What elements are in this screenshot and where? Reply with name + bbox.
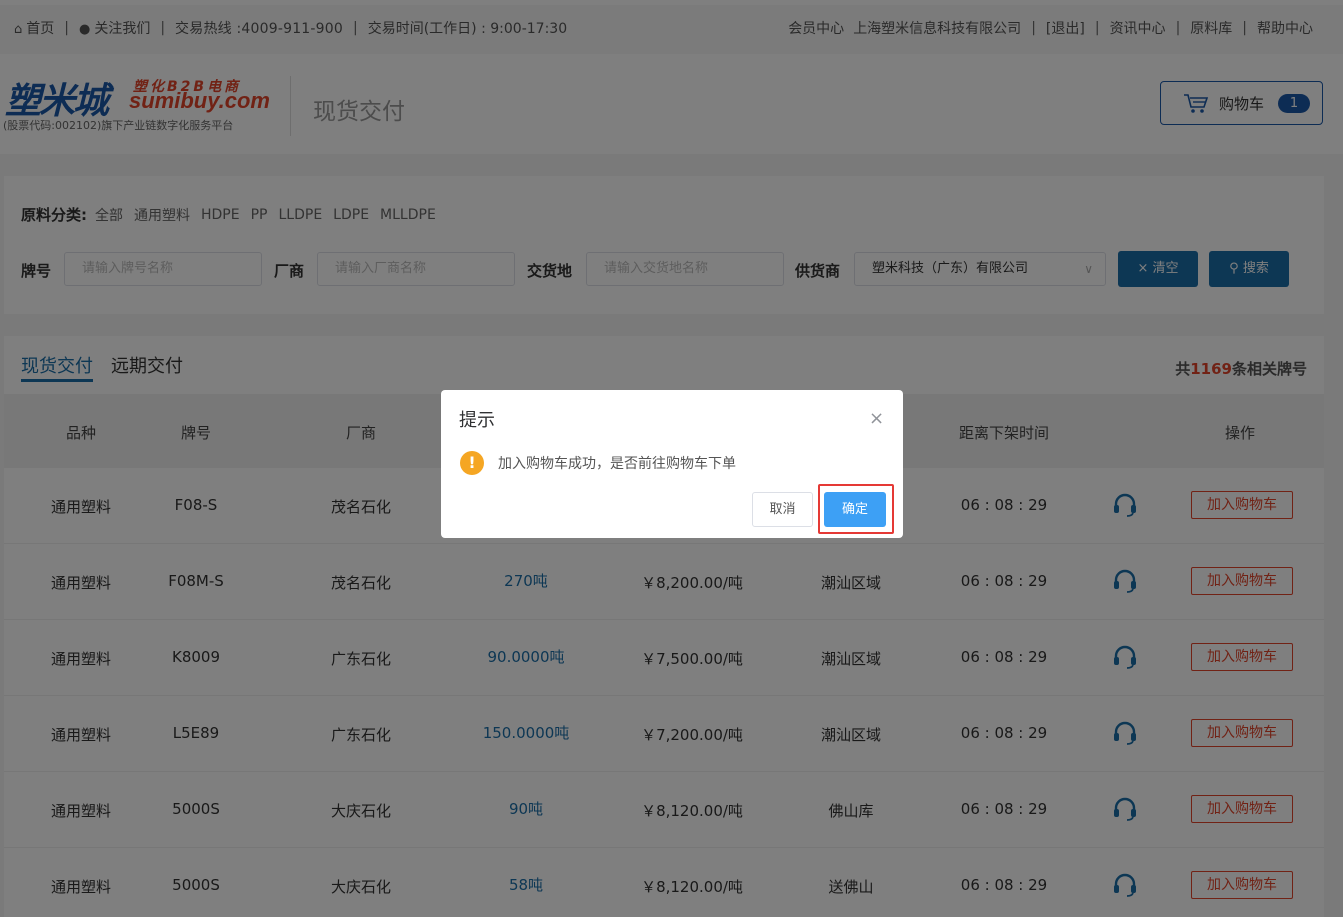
- dialog-message: 加入购物车成功，是否前往购物车下单: [498, 456, 736, 472]
- dialog-title: 提示: [459, 410, 495, 431]
- cancel-button[interactable]: 取消: [752, 492, 813, 527]
- close-icon[interactable]: ×: [869, 408, 884, 429]
- warning-icon: !: [460, 451, 484, 475]
- confirm-highlight-box: [818, 484, 894, 534]
